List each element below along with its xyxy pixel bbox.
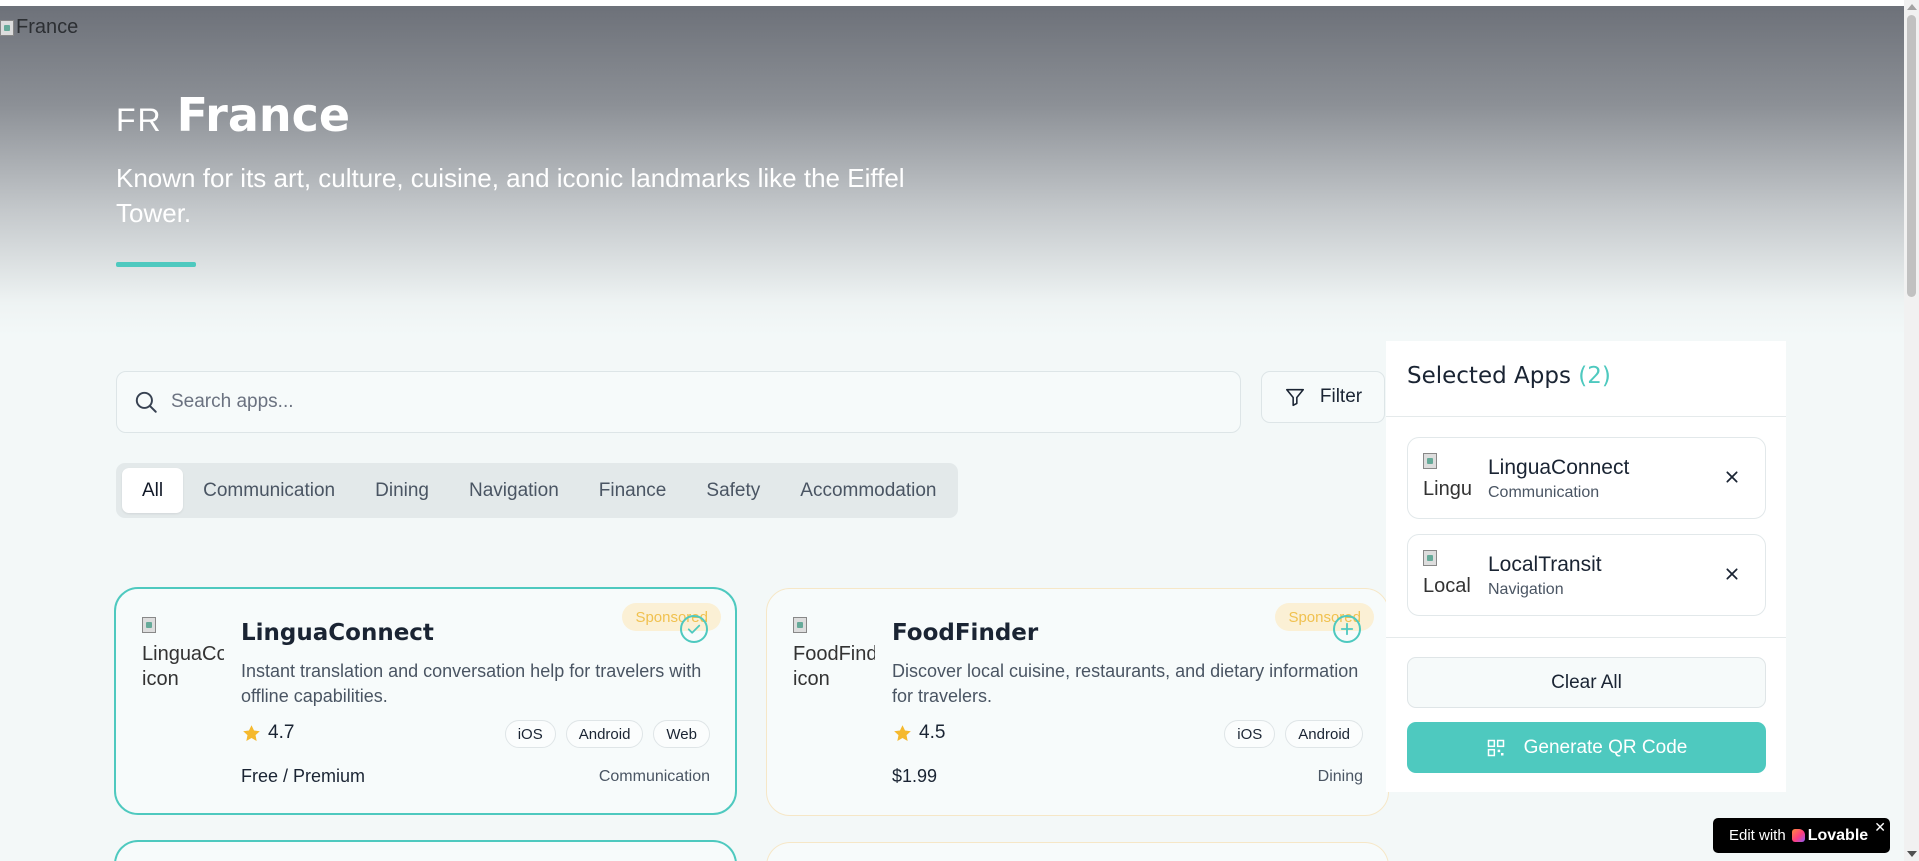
selected-item-name: LocalTransit bbox=[1488, 553, 1602, 576]
scroll-down-arrow-icon[interactable] bbox=[1907, 851, 1917, 857]
clear-all-button[interactable]: Clear All bbox=[1407, 657, 1766, 708]
platform-tag: Android bbox=[565, 720, 644, 748]
app-icon-placeholder: LinguaConnect icon bbox=[142, 617, 224, 697]
accent-divider bbox=[116, 262, 196, 267]
broken-image-icon bbox=[0, 19, 14, 36]
panel-title-text: Selected Apps bbox=[1407, 363, 1571, 389]
broken-image-icon bbox=[793, 617, 807, 633]
selected-item-icon-placeholder: Local bbox=[1423, 550, 1475, 602]
hero-image-alt: France bbox=[16, 16, 79, 38]
platform-tag: iOS bbox=[504, 720, 556, 748]
tab-navigation[interactable]: Navigation bbox=[449, 468, 579, 513]
selected-count: (2) bbox=[1578, 363, 1611, 389]
broken-image-icon bbox=[1423, 453, 1437, 469]
platform-tag: iOS bbox=[1224, 720, 1276, 748]
filter-label: Filter bbox=[1319, 386, 1363, 407]
app-card-partial[interactable] bbox=[766, 842, 1389, 861]
selected-apps-title: Selected Apps (2) bbox=[1407, 363, 1611, 389]
close-icon bbox=[1726, 568, 1738, 580]
app-card-partial[interactable] bbox=[114, 840, 737, 861]
country-description: Known for its art, culture, cuisine, and… bbox=[116, 163, 905, 228]
rating-value: 4.5 bbox=[919, 722, 946, 743]
edit-with-lovable-badge[interactable]: Edit with Lovable ✕ bbox=[1713, 818, 1890, 853]
category-tabs: All Communication Dining Navigation Fina… bbox=[116, 463, 958, 518]
page-title: France bbox=[176, 88, 351, 142]
tab-accommodation[interactable]: Accommodation bbox=[780, 468, 956, 513]
lovable-brand: Lovable bbox=[1791, 826, 1869, 845]
generate-qr-button[interactable]: Generate QR Code bbox=[1407, 722, 1766, 773]
search-input[interactable] bbox=[171, 391, 1171, 413]
tab-all[interactable]: All bbox=[122, 468, 184, 513]
lovable-logo-icon bbox=[1791, 829, 1805, 842]
lovable-brand-text: Lovable bbox=[1807, 826, 1869, 844]
tab-dining[interactable]: Dining bbox=[355, 468, 449, 513]
broken-image-icon bbox=[142, 617, 156, 633]
filter-icon bbox=[1285, 388, 1304, 407]
app-rating: 4.5 bbox=[892, 722, 945, 744]
platform-tag: Android bbox=[1285, 720, 1363, 748]
search-icon bbox=[135, 391, 157, 413]
app-name: LinguaConnect bbox=[241, 620, 434, 646]
broken-image-icon bbox=[1423, 550, 1437, 566]
search-bar[interactable] bbox=[116, 371, 1241, 433]
divider bbox=[1386, 416, 1786, 417]
tab-safety[interactable]: Safety bbox=[686, 468, 780, 513]
page-scrollbar[interactable] bbox=[1904, 0, 1919, 861]
app-name: FoodFinder bbox=[892, 620, 1039, 646]
remove-item-button[interactable] bbox=[1721, 563, 1743, 585]
star-icon bbox=[243, 724, 260, 741]
platform-list: iOS Android Web bbox=[504, 720, 710, 748]
app-card-foodfinder[interactable]: FoodFinder icon FoodFinder Discover loca… bbox=[766, 588, 1389, 816]
scrollbar-thumb[interactable] bbox=[1907, 15, 1916, 297]
app-category: Dining bbox=[1317, 768, 1363, 785]
app-card-linguaconnect[interactable]: LinguaConnect icon LinguaConnect Instant… bbox=[114, 587, 737, 815]
close-badge-button[interactable]: ✕ bbox=[1874, 819, 1886, 836]
divider bbox=[1386, 637, 1786, 638]
selected-item-category: Navigation bbox=[1488, 581, 1564, 598]
selected-item-icon-alt: Local bbox=[1423, 575, 1471, 597]
app-icon-placeholder: FoodFinder icon bbox=[793, 617, 875, 697]
star-icon bbox=[894, 724, 911, 741]
platform-tag: Web bbox=[653, 720, 710, 748]
close-icon bbox=[1726, 471, 1738, 483]
country-heading: FR France bbox=[116, 88, 350, 142]
selected-item-name: LinguaConnect bbox=[1488, 456, 1630, 479]
add-app-button[interactable] bbox=[1333, 615, 1361, 643]
remove-item-button[interactable] bbox=[1721, 466, 1743, 488]
generate-qr-label: Generate QR Code bbox=[1523, 736, 1688, 758]
app-price: $1.99 bbox=[892, 766, 938, 786]
country-code: FR bbox=[116, 102, 163, 138]
app-rating: 4.7 bbox=[241, 722, 294, 744]
selected-check-button[interactable] bbox=[680, 615, 708, 643]
tab-finance[interactable]: Finance bbox=[579, 468, 687, 513]
app-price: Free / Premium bbox=[241, 766, 366, 786]
rating-value: 4.7 bbox=[268, 722, 295, 743]
check-icon bbox=[687, 624, 701, 634]
app-category: Communication bbox=[598, 768, 710, 785]
filter-button[interactable]: Filter bbox=[1261, 371, 1385, 423]
qr-code-icon bbox=[1487, 739, 1504, 756]
selected-item: Lingu LinguaConnect Communication bbox=[1407, 437, 1766, 519]
plus-icon bbox=[1340, 622, 1354, 636]
selected-item-icon-alt: Lingu bbox=[1423, 478, 1472, 500]
app-icon-alt: FoodFinder icon bbox=[793, 643, 875, 690]
lovable-prefix: Edit with bbox=[1729, 827, 1786, 844]
selected-item-icon-placeholder: Lingu bbox=[1423, 453, 1475, 505]
app-description: Instant translation and conversation hel… bbox=[241, 661, 702, 706]
app-icon-alt: LinguaConnect icon bbox=[142, 643, 224, 690]
scroll-up-arrow-icon[interactable] bbox=[1907, 4, 1917, 10]
selected-item: Local LocalTransit Navigation bbox=[1407, 534, 1766, 616]
selected-apps-panel: Selected Apps (2) Lingu LinguaConnect Co… bbox=[1386, 341, 1786, 792]
hero-image-placeholder: France bbox=[0, 16, 78, 39]
platform-list: iOS Android bbox=[1224, 720, 1363, 748]
app-description: Discover local cuisine, restaurants, and… bbox=[892, 661, 1359, 706]
selected-item-category: Communication bbox=[1488, 484, 1600, 501]
country-hero: France FR France Known for its art, cult… bbox=[0, 6, 1904, 336]
tab-communication[interactable]: Communication bbox=[183, 468, 355, 513]
